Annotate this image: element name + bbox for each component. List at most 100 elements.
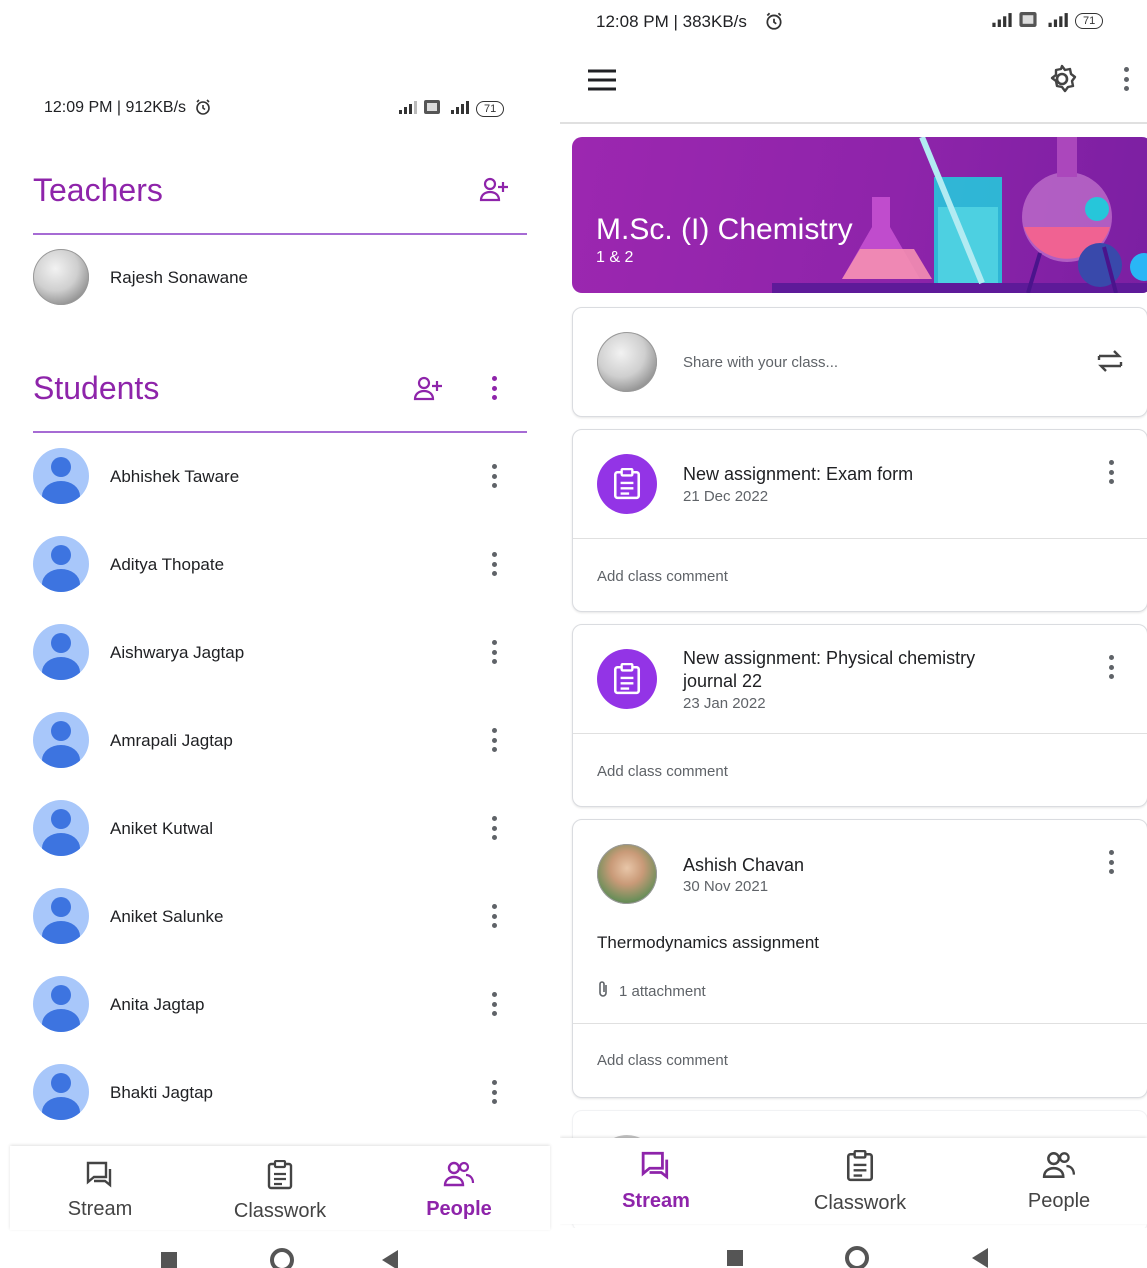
nav-people-label: People — [1027, 1190, 1091, 1212]
add-comment-link[interactable]: Add class comment — [597, 568, 728, 585]
student-more-icon[interactable] — [490, 816, 498, 840]
assignment-date: 21 Dec 2022 — [683, 488, 769, 505]
student-more-icon[interactable] — [490, 992, 498, 1016]
teachers-title: Teachers — [33, 172, 163, 208]
status-icons: 71 — [398, 100, 505, 117]
nav-stream-label: Stream — [67, 1198, 133, 1220]
student-name: Anita Jagtap — [110, 995, 205, 1014]
student-name: Abhishek Taware — [110, 467, 240, 486]
nav-stream[interactable]: Stream — [606, 1150, 706, 1213]
nav-people-label: People — [426, 1198, 492, 1220]
status-time: 12:09 PM | 912KB/s — [44, 99, 187, 116]
share-input[interactable]: Share with your class... — [683, 354, 838, 371]
assignment-icon — [597, 649, 657, 709]
student-avatar — [33, 1064, 89, 1120]
student-avatar — [33, 536, 89, 592]
assignment-date: 23 Jan 2022 — [683, 695, 766, 712]
teacher-avatar — [33, 249, 89, 305]
student-more-icon[interactable] — [490, 464, 498, 488]
stream-icon — [85, 1161, 115, 1193]
student-name: Aniket Kutwal — [110, 819, 213, 838]
student-more-icon[interactable] — [490, 1080, 498, 1104]
battery-icon: 71 — [1075, 13, 1104, 29]
student-name: Bhakti Jagtap — [110, 1083, 214, 1102]
nav-stream[interactable]: Stream — [50, 1160, 150, 1221]
menu-icon[interactable] — [586, 64, 618, 96]
post-date: 30 Nov 2021 — [683, 878, 769, 895]
volte-icon — [1019, 12, 1037, 30]
add-comment-link[interactable]: Add class comment — [597, 763, 728, 780]
teachers-divider — [33, 233, 527, 235]
back-icon[interactable] — [382, 1250, 398, 1268]
assignment-card[interactable]: New assignment: Exam form 21 Dec 2022 Ad… — [572, 429, 1147, 612]
status-time: 12:08 PM | 383KB/s — [596, 12, 747, 31]
stream-icon — [639, 1151, 673, 1185]
nav-people[interactable]: People — [1009, 1150, 1109, 1213]
class-section: 1 & 2 — [596, 249, 634, 266]
bottom-navigation: Stream Classwork People — [560, 1138, 1147, 1224]
attachment-count: 1 attachment — [619, 982, 706, 1000]
student-avatar — [33, 888, 89, 944]
people-screen: 12:09 PM | 912KB/s 71 Teachers Rajesh So… — [0, 0, 560, 1268]
student-avatar — [33, 624, 89, 680]
attachment-link[interactable]: 1 attachment — [597, 980, 706, 1002]
user-avatar — [597, 332, 657, 392]
assignment-title-line2: journal 22 — [683, 671, 763, 691]
signal-4g-icon — [1043, 12, 1069, 30]
system-navigation — [0, 1234, 560, 1268]
post-more-icon[interactable] — [1107, 460, 1115, 484]
recents-icon[interactable] — [161, 1252, 177, 1268]
nav-classwork[interactable]: Classwork — [220, 1159, 340, 1223]
appbar-divider — [560, 122, 1147, 124]
classwork-icon — [845, 1149, 875, 1187]
student-more-icon[interactable] — [490, 904, 498, 928]
post-more-icon[interactable] — [1107, 655, 1115, 679]
alarm-icon — [764, 11, 784, 36]
student-name: Aditya Thopate — [110, 555, 225, 574]
assignment-card[interactable]: New assignment: Physical chemistry journ… — [572, 624, 1147, 807]
student-more-icon[interactable] — [490, 640, 498, 664]
home-icon[interactable] — [845, 1246, 869, 1268]
nav-classwork-label: Classwork — [813, 1192, 907, 1214]
recents-icon[interactable] — [727, 1250, 743, 1266]
students-divider — [33, 431, 527, 433]
nav-classwork-label: Classwork — [233, 1200, 327, 1222]
bottom-navigation: Stream Classwork People — [10, 1146, 550, 1230]
overflow-menu-icon[interactable] — [1122, 67, 1130, 91]
student-avatar — [33, 712, 89, 768]
student-name: Aishwarya Jagtap — [110, 643, 245, 662]
signal-icon — [398, 100, 418, 117]
student-avatar — [33, 448, 89, 504]
status-icons: 71 — [991, 12, 1104, 30]
assignment-title: New assignment: Exam form — [683, 464, 914, 484]
post-more-icon[interactable] — [1107, 850, 1115, 874]
card-divider — [573, 1023, 1147, 1024]
invite-teacher-icon[interactable] — [478, 174, 510, 206]
card-divider — [573, 538, 1147, 539]
add-comment-link[interactable]: Add class comment — [597, 1052, 728, 1069]
class-title: M.Sc. (I) Chemistry — [596, 213, 853, 246]
assignment-title-line1: New assignment: Physical chemistry — [683, 648, 976, 668]
people-icon — [1042, 1152, 1076, 1185]
nav-people[interactable]: People — [409, 1160, 509, 1221]
student-avatar — [33, 976, 89, 1032]
nav-classwork[interactable]: Classwork — [795, 1149, 925, 1215]
battery-icon: 71 — [476, 100, 505, 117]
settings-gear-icon[interactable] — [1046, 63, 1078, 95]
students-more-icon[interactable] — [490, 376, 498, 400]
back-icon[interactable] — [972, 1248, 988, 1268]
teacher-name: Rajesh Sonawane — [110, 268, 248, 287]
share-card[interactable]: Share with your class... — [572, 307, 1147, 417]
volte-icon — [424, 100, 440, 117]
assignment-icon — [597, 454, 657, 514]
student-more-icon[interactable] — [490, 728, 498, 752]
classwork-icon — [266, 1159, 294, 1195]
announcement-card[interactable]: Ashish Chavan 30 Nov 2021 Thermodynamics… — [572, 819, 1147, 1098]
class-banner[interactable]: M.Sc. (I) Chemistry 1 & 2 — [572, 137, 1147, 293]
system-navigation — [560, 1228, 1147, 1268]
repost-icon[interactable] — [1094, 345, 1126, 377]
student-more-icon[interactable] — [490, 552, 498, 576]
invite-student-icon[interactable] — [412, 373, 444, 405]
student-avatar — [33, 800, 89, 856]
home-icon[interactable] — [270, 1248, 294, 1268]
